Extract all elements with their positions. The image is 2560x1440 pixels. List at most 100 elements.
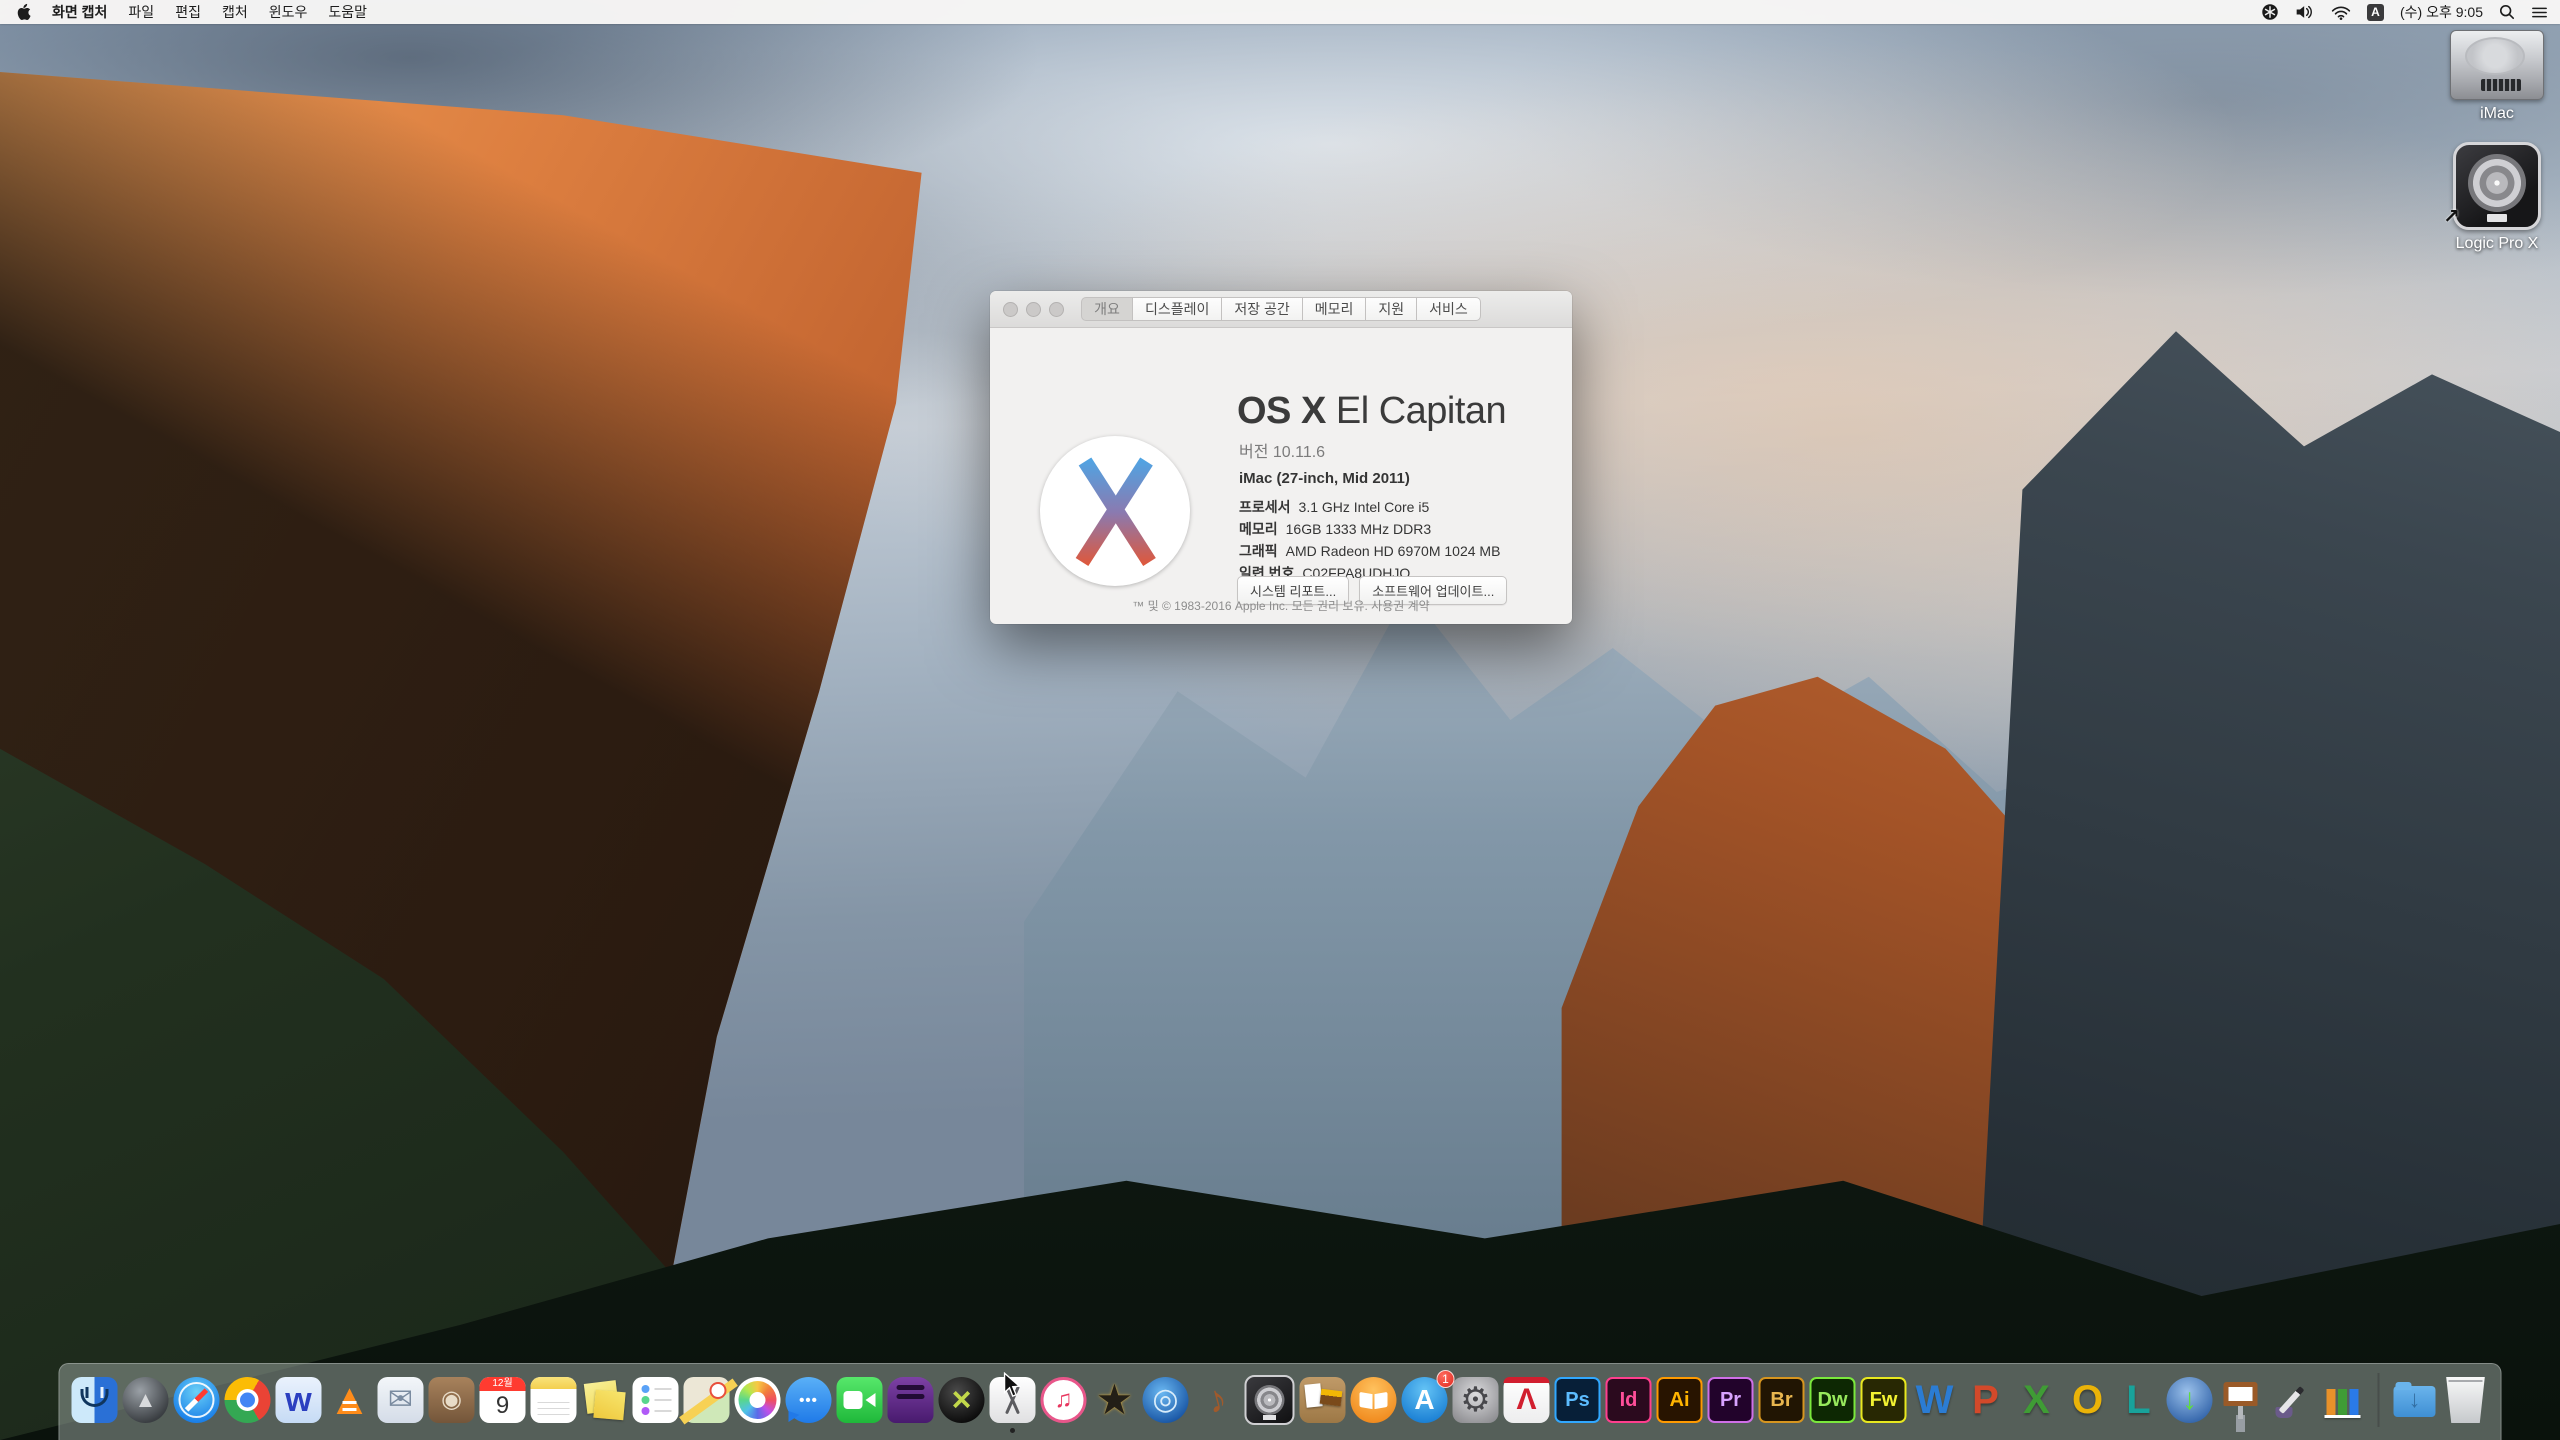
dock-fireworks-icon[interactable]: Fw: [1861, 1377, 1907, 1423]
dock-mail-icon[interactable]: ✉: [378, 1377, 424, 1423]
os-title: OS X El Capitan: [1237, 390, 1506, 433]
dock-acrobat-reader-icon[interactable]: Λ: [1504, 1377, 1550, 1423]
desktop-icon-logic-pro-alias[interactable]: ↗ Logic Pro X: [2437, 142, 2557, 253]
os-version: 버전 10.11.6: [1239, 438, 1325, 462]
spotlight-search-icon[interactable]: [2499, 4, 2515, 20]
app-store-badge: 1: [1437, 1370, 1455, 1388]
dock-vlc-icon[interactable]: ▲: [327, 1377, 373, 1423]
menu-app-name[interactable]: 화면 캡처: [52, 2, 107, 22]
menu-capture[interactable]: 캡처: [222, 2, 248, 22]
spec-memory: 메모리16GB 1333 MHz DDR3: [1239, 518, 1500, 540]
idvd-glyph: ◎: [1152, 1385, 1178, 1415]
dock-app-store-icon[interactable]: A1: [1402, 1377, 1448, 1423]
minimize-button[interactable]: [1026, 302, 1041, 317]
hard-drive-icon: [2450, 30, 2544, 100]
dock-corkboard-app-icon[interactable]: [1300, 1377, 1346, 1423]
about-this-mac-window: 개요 디스플레이 저장 공간 메모리 지원 서비스 OS X El Capita…: [990, 291, 1572, 624]
imovie-glyph: ★: [1096, 1379, 1134, 1421]
fan-control-icon[interactable]: [2261, 3, 2279, 21]
notification-center-icon[interactable]: [2531, 5, 2548, 20]
dock-word-icon[interactable]: W: [1912, 1377, 1958, 1423]
mouse-cursor: [1002, 1372, 1022, 1403]
dock-reminders-icon[interactable]: [633, 1377, 679, 1423]
dock-bridge-icon[interactable]: Br: [1759, 1377, 1805, 1423]
dock-safari-icon[interactable]: [174, 1377, 220, 1423]
dock-notes-icon[interactable]: [531, 1377, 577, 1423]
tab-displays[interactable]: 디스플레이: [1133, 297, 1222, 321]
dock-premiere-pro-icon[interactable]: Pr: [1708, 1377, 1754, 1423]
desktop-icon-imac-hd[interactable]: iMac: [2437, 30, 2557, 123]
dock-w-globe-app-icon[interactable]: w: [276, 1377, 322, 1423]
dock-photoshop-icon[interactable]: Ps: [1555, 1377, 1601, 1423]
dock-powerpoint-icon[interactable]: P: [1963, 1377, 2009, 1423]
tab-overview[interactable]: 개요: [1081, 297, 1133, 321]
dock-idvd-icon[interactable]: ◎: [1143, 1377, 1189, 1423]
bridge-glyph: Br: [1770, 1390, 1792, 1410]
dock-messages-icon[interactable]: •••: [786, 1377, 832, 1423]
dock-photos-icon[interactable]: [735, 1377, 781, 1423]
window-title-bar[interactable]: 개요 디스플레이 저장 공간 메모리 지원 서비스: [990, 291, 1572, 328]
dock-ibooks-icon[interactable]: [1351, 1377, 1397, 1423]
acrobat-reader-glyph: Λ: [1516, 1385, 1536, 1415]
dock-pages-icon[interactable]: [2269, 1377, 2315, 1423]
dock-dreamweaver-icon[interactable]: Dw: [1810, 1377, 1856, 1423]
dock-finder-icon[interactable]: [72, 1377, 118, 1423]
logic-pro-icon: [2453, 142, 2541, 230]
dock-trash-icon[interactable]: [2443, 1377, 2489, 1423]
dock-garageband-icon[interactable]: ♪: [1194, 1377, 1240, 1423]
tab-support[interactable]: 지원: [1366, 297, 1417, 321]
desktop-icon-label: iMac: [2480, 105, 2514, 123]
dock-imovie-icon[interactable]: ★: [1092, 1377, 1138, 1423]
menu-window[interactable]: 윈도우: [269, 2, 308, 22]
copyright-footer: ™ 및 © 1983-2016 Apple Inc. 모든 권리 보유. 사용권…: [990, 597, 1572, 614]
dock-illustrator-icon[interactable]: Ai: [1657, 1377, 1703, 1423]
dock-system-preferences-icon[interactable]: ⚙: [1453, 1377, 1499, 1423]
dock-itunes-icon[interactable]: ♫: [1041, 1377, 1087, 1423]
tab-storage[interactable]: 저장 공간: [1222, 297, 1302, 321]
desktop: { "menu_bar": { "app_name": "화면 캡처", "me…: [0, 0, 2560, 1440]
dock-facetime-icon[interactable]: [837, 1377, 883, 1423]
close-button[interactable]: [1003, 302, 1018, 317]
tab-service[interactable]: 서비스: [1417, 297, 1481, 321]
downloads-folder-glyph: ↓: [2409, 1388, 2421, 1412]
zoom-button[interactable]: [1049, 302, 1064, 317]
dock: ▲w▲✉◉12월9•••×♫★◎♪A1⚙ΛPsIdAiPrBrDwFwWPXOL…: [59, 1363, 2502, 1440]
dock-indesign-icon[interactable]: Id: [1606, 1377, 1652, 1423]
dock-stickies-icon[interactable]: [582, 1377, 628, 1423]
dock-chrome-icon[interactable]: [225, 1377, 271, 1423]
dock-calendar-icon[interactable]: 12월9: [480, 1377, 526, 1423]
dock-maps-icon[interactable]: [684, 1377, 730, 1423]
menu-edit[interactable]: 편집: [175, 2, 201, 22]
dock-outlook-icon[interactable]: O: [2065, 1377, 2111, 1423]
calendar-month-label: 12월: [480, 1377, 526, 1391]
dock-lync-icon[interactable]: L: [2116, 1377, 2162, 1423]
dock-downloader-app-icon[interactable]: ↓: [2167, 1377, 2213, 1423]
input-source-badge[interactable]: A: [2367, 4, 2384, 21]
dock-numbers-icon[interactable]: [2320, 1377, 2366, 1423]
dock-x-media-app-icon[interactable]: ×: [939, 1377, 985, 1423]
wifi-icon[interactable]: [2331, 5, 2351, 20]
dock-excel-icon[interactable]: X: [2014, 1377, 2060, 1423]
tab-memory[interactable]: 메모리: [1303, 297, 1367, 321]
launchpad-glyph: ▲: [135, 1389, 157, 1411]
menu-clock[interactable]: (수) 오후 9:05: [2400, 2, 2483, 22]
dock-toast-icon[interactable]: [888, 1377, 934, 1423]
menu-file[interactable]: 파일: [128, 2, 154, 22]
dock-downloads-folder-icon[interactable]: ↓: [2392, 1377, 2438, 1423]
excel-glyph: X: [2023, 1380, 2050, 1420]
outlook-glyph: O: [2072, 1380, 2103, 1420]
messages-glyph: •••: [799, 1393, 818, 1408]
dock-contacts-icon[interactable]: ◉: [429, 1377, 475, 1423]
apple-menu-icon[interactable]: [16, 3, 31, 21]
spec-list: 프로세서3.1 GHz Intel Core i5 메모리16GB 1333 M…: [1239, 496, 1500, 584]
menu-help[interactable]: 도움말: [328, 2, 367, 22]
volume-icon[interactable]: [2295, 4, 2315, 20]
dock-keynote-icon[interactable]: [2218, 1377, 2264, 1423]
screen-capture-grab-running-indicator: [1010, 1428, 1015, 1433]
dock-logic-pro-x-icon[interactable]: [1245, 1375, 1295, 1425]
x-media-app-glyph: ×: [952, 1383, 972, 1417]
dock-separator: [2378, 1373, 2380, 1427]
dock-launchpad-icon[interactable]: ▲: [123, 1377, 169, 1423]
alias-arrow-icon: ↗: [2443, 204, 2460, 229]
contacts-glyph: ◉: [441, 1388, 462, 1412]
